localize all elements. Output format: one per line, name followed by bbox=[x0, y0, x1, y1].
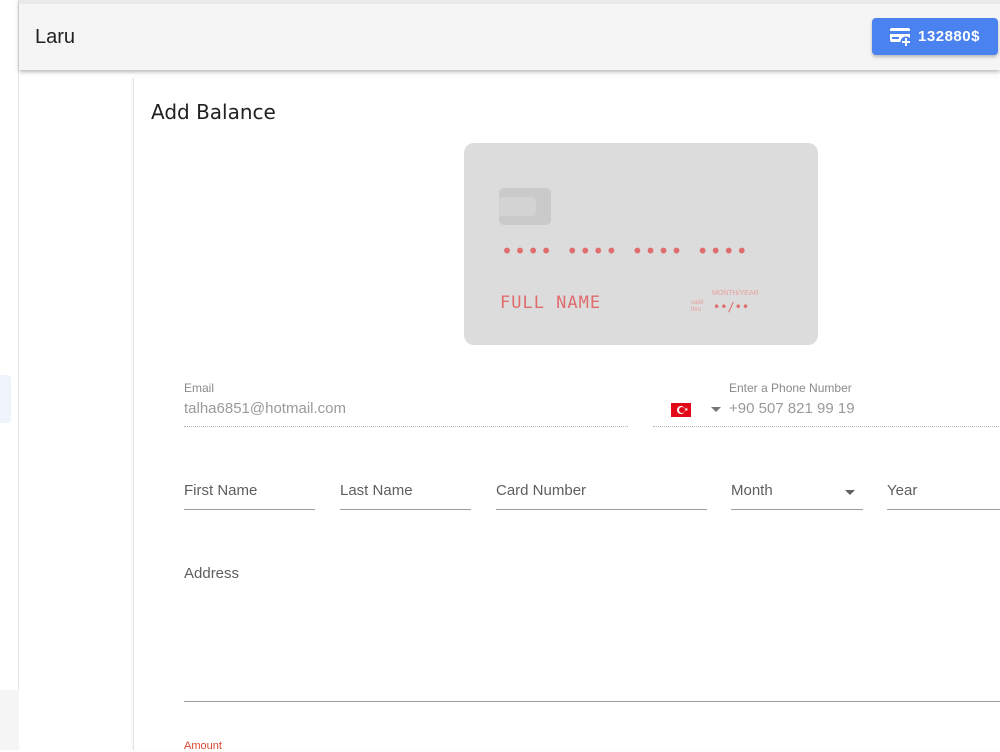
country-chevron-down-icon[interactable] bbox=[711, 407, 721, 412]
year-placeholder: Year bbox=[887, 482, 918, 499]
phone-value: +90 507 821 99 19 bbox=[729, 400, 855, 417]
app-bar: Laru 132880$ bbox=[19, 0, 1000, 70]
month-select[interactable]: Month bbox=[731, 482, 863, 510]
add-balance-panel: Add Balance •••• •••• •••• •••• FULL NAM… bbox=[133, 78, 1000, 752]
email-label: Email bbox=[184, 381, 215, 395]
phone-input[interactable]: Enter a Phone Number +90 507 821 99 19 bbox=[729, 381, 1000, 425]
card-number-input[interactable]: Card Number bbox=[496, 482, 707, 510]
last-name-placeholder: Last Name bbox=[340, 482, 413, 499]
card-holder-display: FULL NAME bbox=[500, 293, 602, 313]
last-name-input[interactable]: Last Name bbox=[340, 482, 471, 510]
amount-label: Amount bbox=[184, 740, 222, 752]
balance-amount: 132880$ bbox=[918, 28, 980, 45]
credit-card-add-icon bbox=[890, 27, 912, 47]
valid-thru-label: valid thru bbox=[691, 300, 704, 313]
year-select[interactable]: Year bbox=[887, 482, 1000, 510]
card-number-display: •••• •••• •••• •••• bbox=[501, 239, 749, 263]
add-balance-button[interactable]: 132880$ bbox=[872, 18, 998, 55]
card-expiry-display: ••/•• bbox=[713, 300, 750, 314]
sidebar-active-item[interactable] bbox=[0, 375, 11, 423]
address-textarea[interactable]: Address bbox=[184, 565, 1000, 702]
email-field[interactable]: Email talha6851@hotmail.com bbox=[184, 381, 628, 427]
address-placeholder: Address bbox=[184, 565, 240, 582]
app-title: Laru bbox=[35, 26, 76, 48]
month-chevron-down-icon[interactable] bbox=[845, 490, 855, 495]
turkey-flag-icon[interactable]: ★ bbox=[671, 403, 691, 417]
first-name-input[interactable]: First Name bbox=[184, 482, 315, 510]
credit-card-preview: •••• •••• •••• •••• FULL NAME valid thru… bbox=[464, 143, 818, 345]
page-title: Add Balance bbox=[151, 100, 276, 124]
month-placeholder: Month bbox=[731, 482, 773, 499]
sidebar-footer bbox=[0, 690, 19, 750]
phone-label: Enter a Phone Number bbox=[729, 381, 852, 395]
card-chip-icon bbox=[499, 188, 551, 225]
email-value: talha6851@hotmail.com bbox=[184, 400, 346, 417]
sidebar bbox=[0, 0, 19, 750]
first-name-placeholder: First Name bbox=[184, 482, 258, 499]
month-year-label: MONTH/YEAR bbox=[712, 290, 759, 297]
card-number-placeholder: Card Number bbox=[496, 482, 587, 499]
